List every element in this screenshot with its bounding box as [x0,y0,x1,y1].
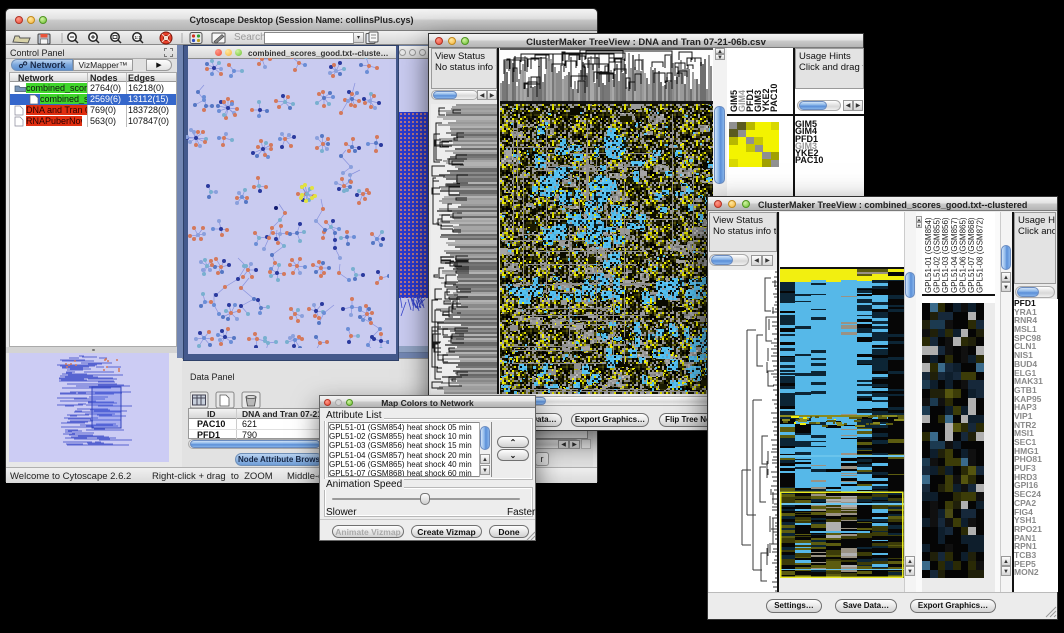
svg-text:GPL51-08 (GSM872): GPL51-08 (GSM872) [976,217,985,293]
svg-text:PAC10: PAC10 [769,84,779,112]
svg-text:1:1: 1:1 [135,35,142,40]
